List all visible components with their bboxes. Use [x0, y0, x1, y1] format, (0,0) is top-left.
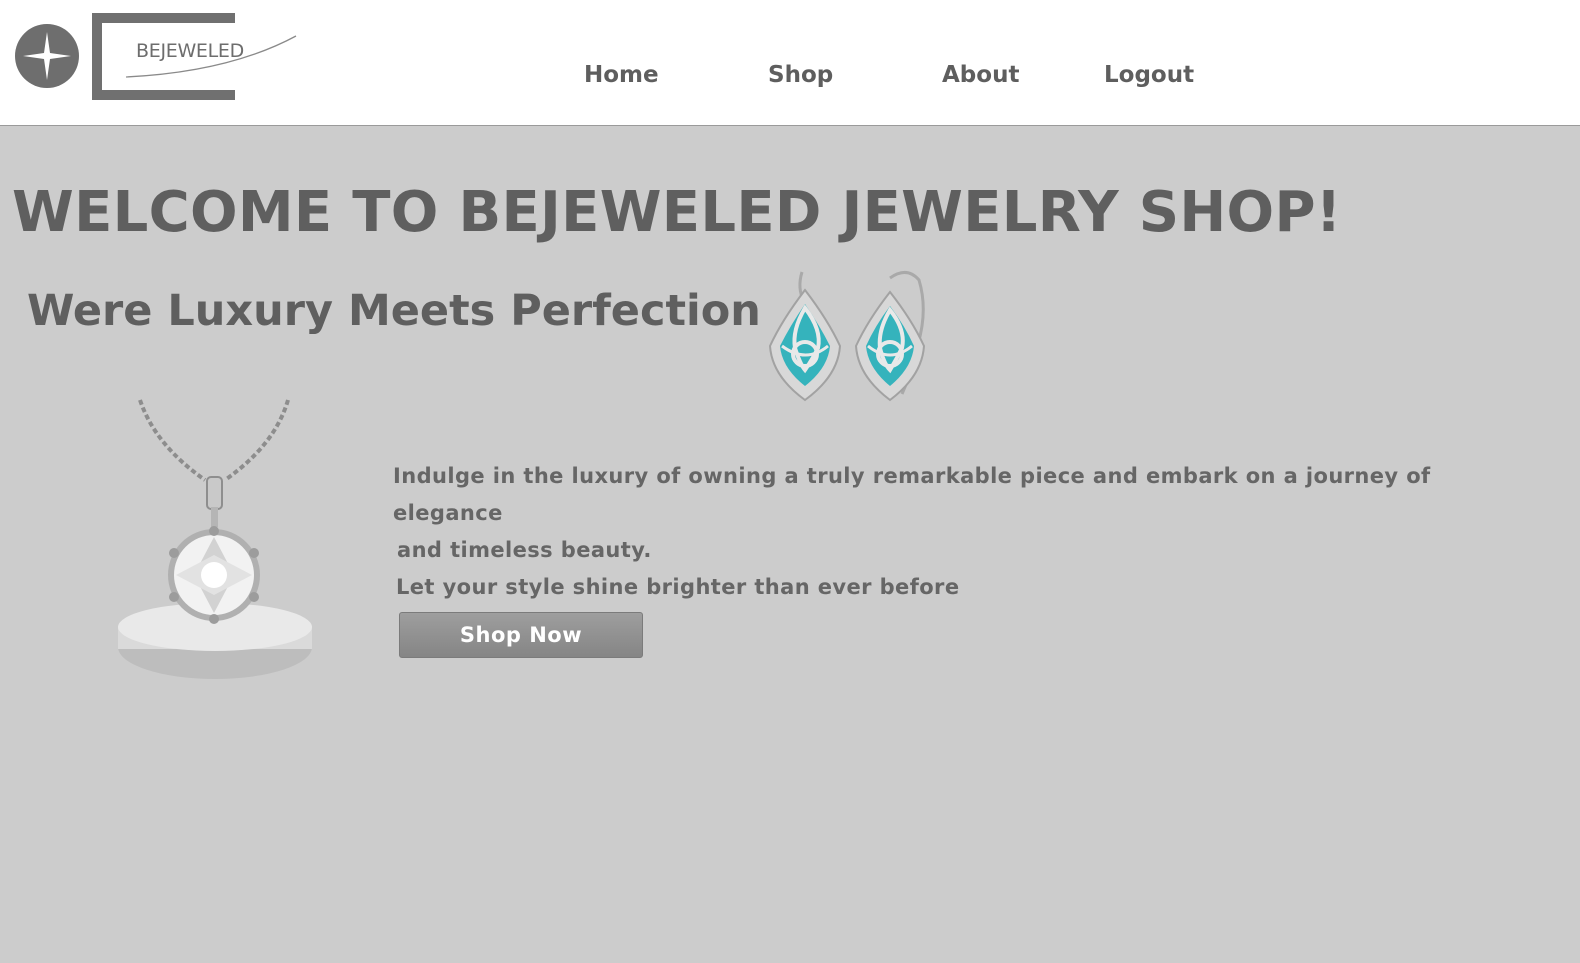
description-line-2: and timeless beauty. [397, 538, 652, 562]
nav-about-link[interactable]: About [942, 62, 1019, 88]
nav-home-link[interactable]: Home [584, 62, 659, 88]
shop-now-button[interactable]: Shop Now [399, 612, 643, 658]
tagline-heading: Were Luxury Meets Perfection [27, 286, 761, 336]
description-line-3: Let your style shine brighter than ever … [396, 575, 960, 599]
necklace-image [110, 395, 325, 685]
earrings-image [762, 268, 942, 406]
welcome-heading: WELCOME TO BEJEWELED JEWELRY SHOP! [12, 180, 1342, 245]
brand-logo[interactable]: BEJEWELED [14, 10, 304, 104]
nav-shop-link[interactable]: Shop [768, 62, 833, 88]
site-header: BEJEWELED Home Shop About Logout [0, 0, 1580, 126]
nav-logout-link[interactable]: Logout [1104, 62, 1194, 88]
logo-text: BEJEWELED [136, 40, 244, 62]
description-line-1: Indulge in the luxury of owning a truly … [393, 464, 1431, 525]
hero-description: Indulge in the luxury of owning a truly … [393, 458, 1513, 606]
